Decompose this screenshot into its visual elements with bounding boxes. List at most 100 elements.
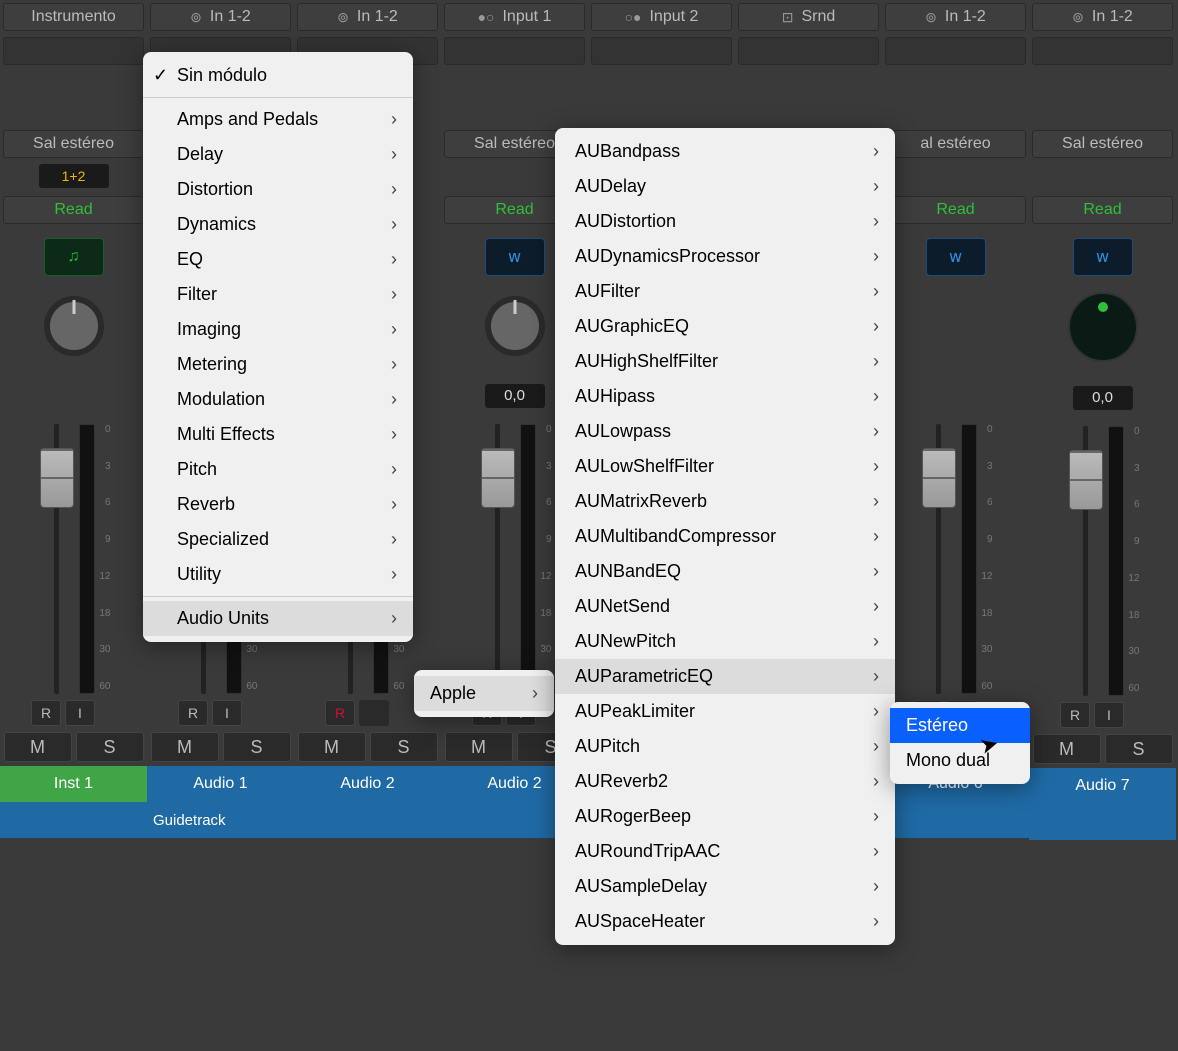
track-name[interactable]: Inst 1	[0, 766, 147, 802]
menu-item-auroundtripaac[interactable]: AURoundTripAAC›	[555, 834, 895, 869]
menu-item-aunetsend[interactable]: AUNetSend›	[555, 589, 895, 624]
volume-fader[interactable]	[37, 418, 77, 698]
input-slot[interactable]: ●○ Input 1	[444, 3, 585, 31]
insert-slot[interactable]	[738, 37, 879, 65]
record-enable-button[interactable]: R	[178, 700, 208, 726]
input-monitor-button[interactable]: I	[65, 700, 95, 726]
menu-item-aumatrixreverb[interactable]: AUMatrixReverb›	[555, 484, 895, 519]
menu-item-auhipass[interactable]: AUHipass›	[555, 379, 895, 414]
menu-item-delay[interactable]: Delay›	[143, 137, 413, 172]
plugin-menu[interactable]: ✓Sin módulo Amps and Pedals›Delay›Distort…	[143, 52, 413, 642]
menu-item-auspaceheater[interactable]: AUSpaceHeater›	[555, 904, 895, 939]
pan-knob[interactable]	[44, 296, 104, 356]
volume-fader[interactable]	[1066, 420, 1106, 700]
automation-read-button[interactable]: Read	[1032, 196, 1173, 224]
menu-item-aunbandeq[interactable]: AUNBandEQ›	[555, 554, 895, 589]
mute-button[interactable]: M	[298, 732, 366, 762]
menu-item-aunewpitch[interactable]: AUNewPitch›	[555, 624, 895, 659]
menu-item-reverb[interactable]: Reverb›	[143, 487, 413, 522]
menu-item-aubandpass[interactable]: AUBandpass›	[555, 134, 895, 169]
mute-button[interactable]: M	[1033, 734, 1101, 764]
automation-read-button[interactable]: Read	[885, 196, 1026, 224]
input-slot[interactable]: ⊚ In 1-2	[885, 3, 1026, 31]
record-enable-button[interactable]: R	[31, 700, 61, 726]
output-slot[interactable]: al estéreo	[885, 130, 1026, 158]
insert-slot[interactable]	[3, 37, 144, 65]
pan-knob[interactable]	[485, 296, 545, 356]
menu-item-no-plugin[interactable]: ✓Sin módulo	[143, 58, 413, 93]
volume-fader[interactable]	[478, 418, 518, 698]
menu-item-estéreo[interactable]: Estéreo	[890, 708, 1030, 743]
track-name[interactable]: Audio 2	[294, 766, 441, 802]
surround-panner[interactable]	[1068, 292, 1138, 362]
menu-item-aurogerbeep[interactable]: AURogerBeep›	[555, 799, 895, 834]
input-monitor-button[interactable]: I	[212, 700, 242, 726]
menu-item-amps-and-pedals[interactable]: Amps and Pedals›	[143, 102, 413, 137]
input-monitor-button[interactable]: I	[359, 700, 389, 726]
menu-item-audio-units[interactable]: Audio Units›	[143, 601, 413, 636]
menu-item-audistortion[interactable]: AUDistortion›	[555, 204, 895, 239]
menu-item-ausampledelay[interactable]: AUSampleDelay›	[555, 869, 895, 904]
input-monitor-button[interactable]: I	[1094, 702, 1124, 728]
track-name[interactable]: Audio 1	[147, 766, 294, 802]
menu-item-metering[interactable]: Metering›	[143, 347, 413, 382]
menu-item-aufilter[interactable]: AUFilter›	[555, 274, 895, 309]
insert-slot[interactable]	[1032, 37, 1173, 65]
input-slot[interactable]: ○● Input 2	[591, 3, 732, 31]
output-slot[interactable]: Sal estéreo	[1032, 130, 1173, 158]
menu-item-auparametriceq[interactable]: AUParametricEQ›	[555, 659, 895, 694]
menu-item-aupitch[interactable]: AUPitch›	[555, 729, 895, 764]
volume-fader[interactable]	[919, 418, 959, 698]
menu-item-aulowshelffilter[interactable]: AULowShelfFilter›	[555, 449, 895, 484]
bus-assign[interactable]: 1+2	[39, 164, 109, 188]
menu-item-mono-dual[interactable]: Mono dual	[890, 743, 1030, 778]
insert-slot[interactable]	[591, 37, 732, 65]
menu-item-aumultibandcompressor[interactable]: AUMultibandCompressor›	[555, 519, 895, 554]
menu-item-aupeaklimiter[interactable]: AUPeakLimiter›	[555, 694, 895, 729]
menu-item-multi-effects[interactable]: Multi Effects›	[143, 417, 413, 452]
menu-item-aureverb2[interactable]: AUReverb2›	[555, 764, 895, 799]
menu-item-pitch[interactable]: Pitch›	[143, 452, 413, 487]
audio-wave-icon[interactable]: 𝗐	[485, 238, 545, 276]
record-enable-button[interactable]: R	[1060, 702, 1090, 728]
instrument-icon[interactable]: ♫	[44, 238, 104, 276]
menu-item-eq[interactable]: EQ›	[143, 242, 413, 277]
menu-item-imaging[interactable]: Imaging›	[143, 312, 413, 347]
menu-item-auhighshelffilter[interactable]: AUHighShelfFilter›	[555, 344, 895, 379]
menu-item-augraphiceq[interactable]: AUGraphicEQ›	[555, 309, 895, 344]
solo-button[interactable]: S	[1105, 734, 1173, 764]
insert-slot[interactable]	[885, 37, 1026, 65]
menu-item-specialized[interactable]: Specialized›	[143, 522, 413, 557]
menu-item-audelay[interactable]: AUDelay›	[555, 169, 895, 204]
input-slot[interactable]: Instrumento	[3, 3, 144, 31]
automation-read-button[interactable]: Read	[3, 196, 144, 224]
menu-item-utility[interactable]: Utility›	[143, 557, 413, 592]
solo-button[interactable]: S	[223, 732, 291, 762]
solo-button[interactable]: S	[76, 732, 144, 762]
solo-button[interactable]: S	[370, 732, 438, 762]
audio-wave-icon[interactable]: 𝗐	[926, 238, 986, 276]
au-submenu[interactable]: AUBandpass›AUDelay›AUDistortion›AUDynami…	[555, 128, 895, 945]
input-slot[interactable]: ⊚ In 1-2	[1032, 3, 1173, 31]
record-enable-button[interactable]: R	[325, 700, 355, 726]
input-slot[interactable]: ⊡ Srnd	[738, 3, 879, 31]
input-slot[interactable]: ⊚ In 1-2	[297, 3, 438, 31]
menu-item-distortion[interactable]: Distortion›	[143, 172, 413, 207]
menu-item-filter[interactable]: Filter›	[143, 277, 413, 312]
menu-item-apple[interactable]: Apple›	[414, 676, 554, 711]
input-slot[interactable]: ⊚ In 1-2	[150, 3, 291, 31]
channel-submenu[interactable]: EstéreoMono dual	[890, 702, 1030, 784]
track-name[interactable]: Audio 7	[1029, 768, 1176, 804]
menu-item-dynamics[interactable]: Dynamics›	[143, 207, 413, 242]
audio-wave-icon[interactable]: 𝗐	[1073, 238, 1133, 276]
mute-button[interactable]: M	[4, 732, 72, 762]
output-slot[interactable]: Sal estéreo	[3, 130, 144, 158]
menu-item-aulowpass[interactable]: AULowpass›	[555, 414, 895, 449]
level-meter	[1108, 426, 1124, 696]
menu-item-modulation[interactable]: Modulation›	[143, 382, 413, 417]
insert-slot[interactable]	[444, 37, 585, 65]
mute-button[interactable]: M	[445, 732, 513, 762]
mute-button[interactable]: M	[151, 732, 219, 762]
menu-item-audynamicsprocessor[interactable]: AUDynamicsProcessor›	[555, 239, 895, 274]
vendor-submenu[interactable]: Apple›	[414, 670, 554, 717]
